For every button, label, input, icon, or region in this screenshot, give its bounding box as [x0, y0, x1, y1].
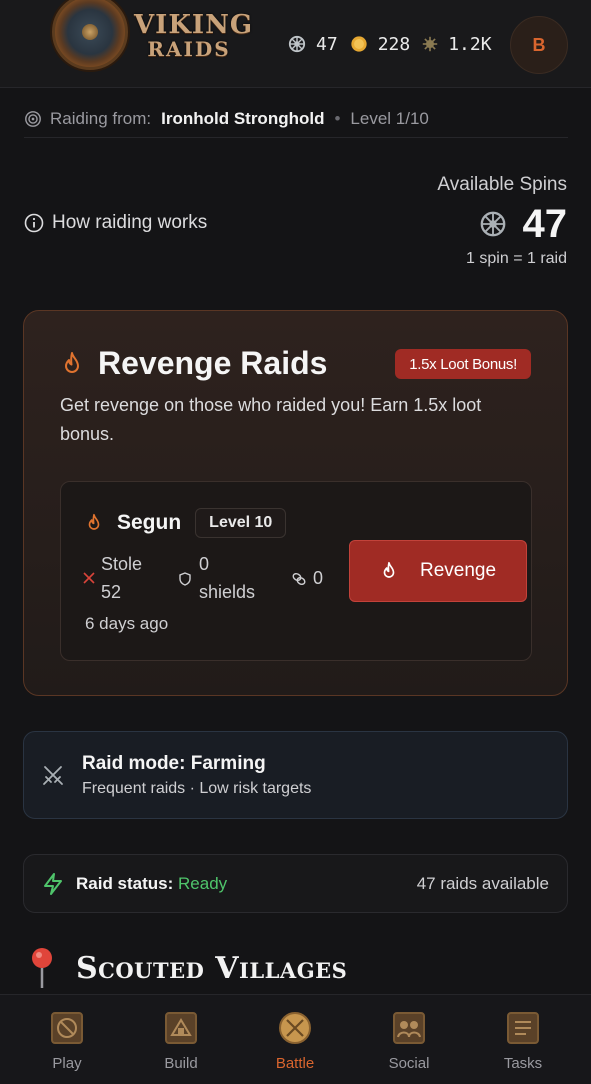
raid-mode-subtitle: Frequent raids · Low risk targets [82, 780, 312, 797]
available-spins-count: 47 [522, 202, 568, 246]
tasks-icon [507, 1012, 539, 1044]
target-icon [25, 110, 41, 127]
stolen-value: 52 [101, 582, 122, 602]
round-shield-icon [52, 0, 128, 70]
info-icon [24, 213, 44, 233]
how-raiding-works-link[interactable]: How raiding works [24, 212, 207, 234]
nav-build-label: Build [164, 1055, 198, 1072]
nav-tasks-label: Tasks [503, 1055, 543, 1072]
loot-bonus-badge: 1.5x Loot Bonus! [395, 349, 531, 379]
shields-label: shields [199, 582, 256, 602]
bottom-navigation: Play Build Battle Social Tasks [0, 994, 591, 1084]
lightning-bolt-icon [44, 873, 62, 895]
raid-time-ago: 6 days ago [85, 614, 169, 633]
raid-status-card: Raid status: Ready 47 raids available [23, 854, 568, 913]
crossed-swords-icon [43, 766, 63, 785]
avatar[interactable]: B [510, 16, 568, 74]
spin-wheel-icon [288, 35, 306, 53]
revenge-button[interactable]: Revenge [349, 540, 527, 602]
links-value: 0 [313, 568, 324, 588]
home-village-name[interactable]: Ironhold Stronghold [161, 109, 324, 129]
gold-coin-icon [351, 36, 367, 52]
target-level-badge: Level 10 [195, 508, 287, 538]
gem-icon [423, 36, 438, 52]
available-spins: Available Spins 47 1 spin = 1 raid [437, 174, 567, 268]
shields-value: 0 [199, 554, 210, 574]
nav-play-label: Play [52, 1055, 82, 1072]
scouted-villages-heading: Scouted Villages [28, 946, 347, 990]
separator-dot: • [334, 108, 341, 128]
link-icon [292, 572, 306, 585]
map-pin-icon [32, 948, 52, 988]
stolen-stat: Stole 52 [83, 552, 163, 612]
raid-status-value: Ready [178, 874, 228, 893]
nav-tasks[interactable]: Tasks [478, 1011, 568, 1072]
flame-icon [65, 351, 79, 373]
raid-status-text: Raid status: [76, 874, 174, 893]
logo-line2: RAIDS [147, 37, 231, 61]
links-stat: 0 [291, 568, 323, 589]
revenge-raids-title: Revenge Raids [98, 345, 328, 381]
revenge-raids-description: Get revenge on those who raided you! Ear… [60, 395, 482, 444]
spin-rate-text: 1 spin = 1 raid [466, 250, 567, 267]
how-raiding-works-label: How raiding works [52, 212, 208, 233]
village-level: Level 1/10 [350, 108, 429, 128]
revenge-target-card: Segun Level 10 Stole 52 0 shields 0 6 da… [60, 481, 532, 661]
gold-count: 228 [377, 33, 411, 55]
play-icon [51, 1012, 83, 1044]
build-icon [165, 1012, 197, 1044]
revenge-button-label: Revenge [419, 560, 497, 581]
nav-play[interactable]: Play [22, 1011, 112, 1072]
available-spins-label: Available Spins [437, 174, 567, 195]
nav-social[interactable]: Social [364, 1011, 454, 1072]
logo-line1: VIKING [134, 10, 254, 40]
spin-wheel-icon [480, 211, 505, 237]
raid-mode-card[interactable]: Raid mode: Farming Frequent raids · Low … [23, 731, 568, 819]
nav-social-label: Social [388, 1055, 430, 1072]
scouted-villages-title: Scouted Villages [76, 950, 348, 986]
shield-icon [179, 572, 191, 586]
stolen-label: Stole [101, 554, 143, 574]
raiding-from-label: Raiding from: [50, 108, 152, 128]
raid-status-label: Raid status: Ready [76, 874, 227, 894]
nav-battle-label: Battle [275, 1055, 315, 1072]
raiding-from-bar: Raiding from: Ironhold Stronghold • Leve… [24, 100, 568, 138]
raid-mode-title: Raid mode: Farming [82, 753, 266, 774]
flame-icon [88, 513, 100, 530]
shields-stat: 0 shields [179, 552, 279, 612]
raids-available-text: 47 raids available [416, 874, 549, 893]
nav-build[interactable]: Build [136, 1011, 226, 1072]
currency-stats: 47 228 1.2K [288, 30, 504, 58]
app-logo[interactable]: VIKING RAIDS [134, 10, 254, 61]
flame-icon [383, 561, 395, 578]
target-name: Segun [117, 511, 182, 534]
top-header: VIKING RAIDS 47 228 1.2K B [0, 0, 591, 88]
nav-battle[interactable]: Battle [250, 1011, 340, 1072]
revenge-raids-card: Revenge Raids 1.5x Loot Bonus! Get reven… [23, 310, 568, 696]
resource-count: 1.2K [448, 33, 492, 55]
battle-icon [279, 1012, 311, 1044]
spins-count: 47 [316, 33, 338, 55]
crossed-swords-icon [83, 572, 95, 584]
social-icon [393, 1012, 425, 1044]
